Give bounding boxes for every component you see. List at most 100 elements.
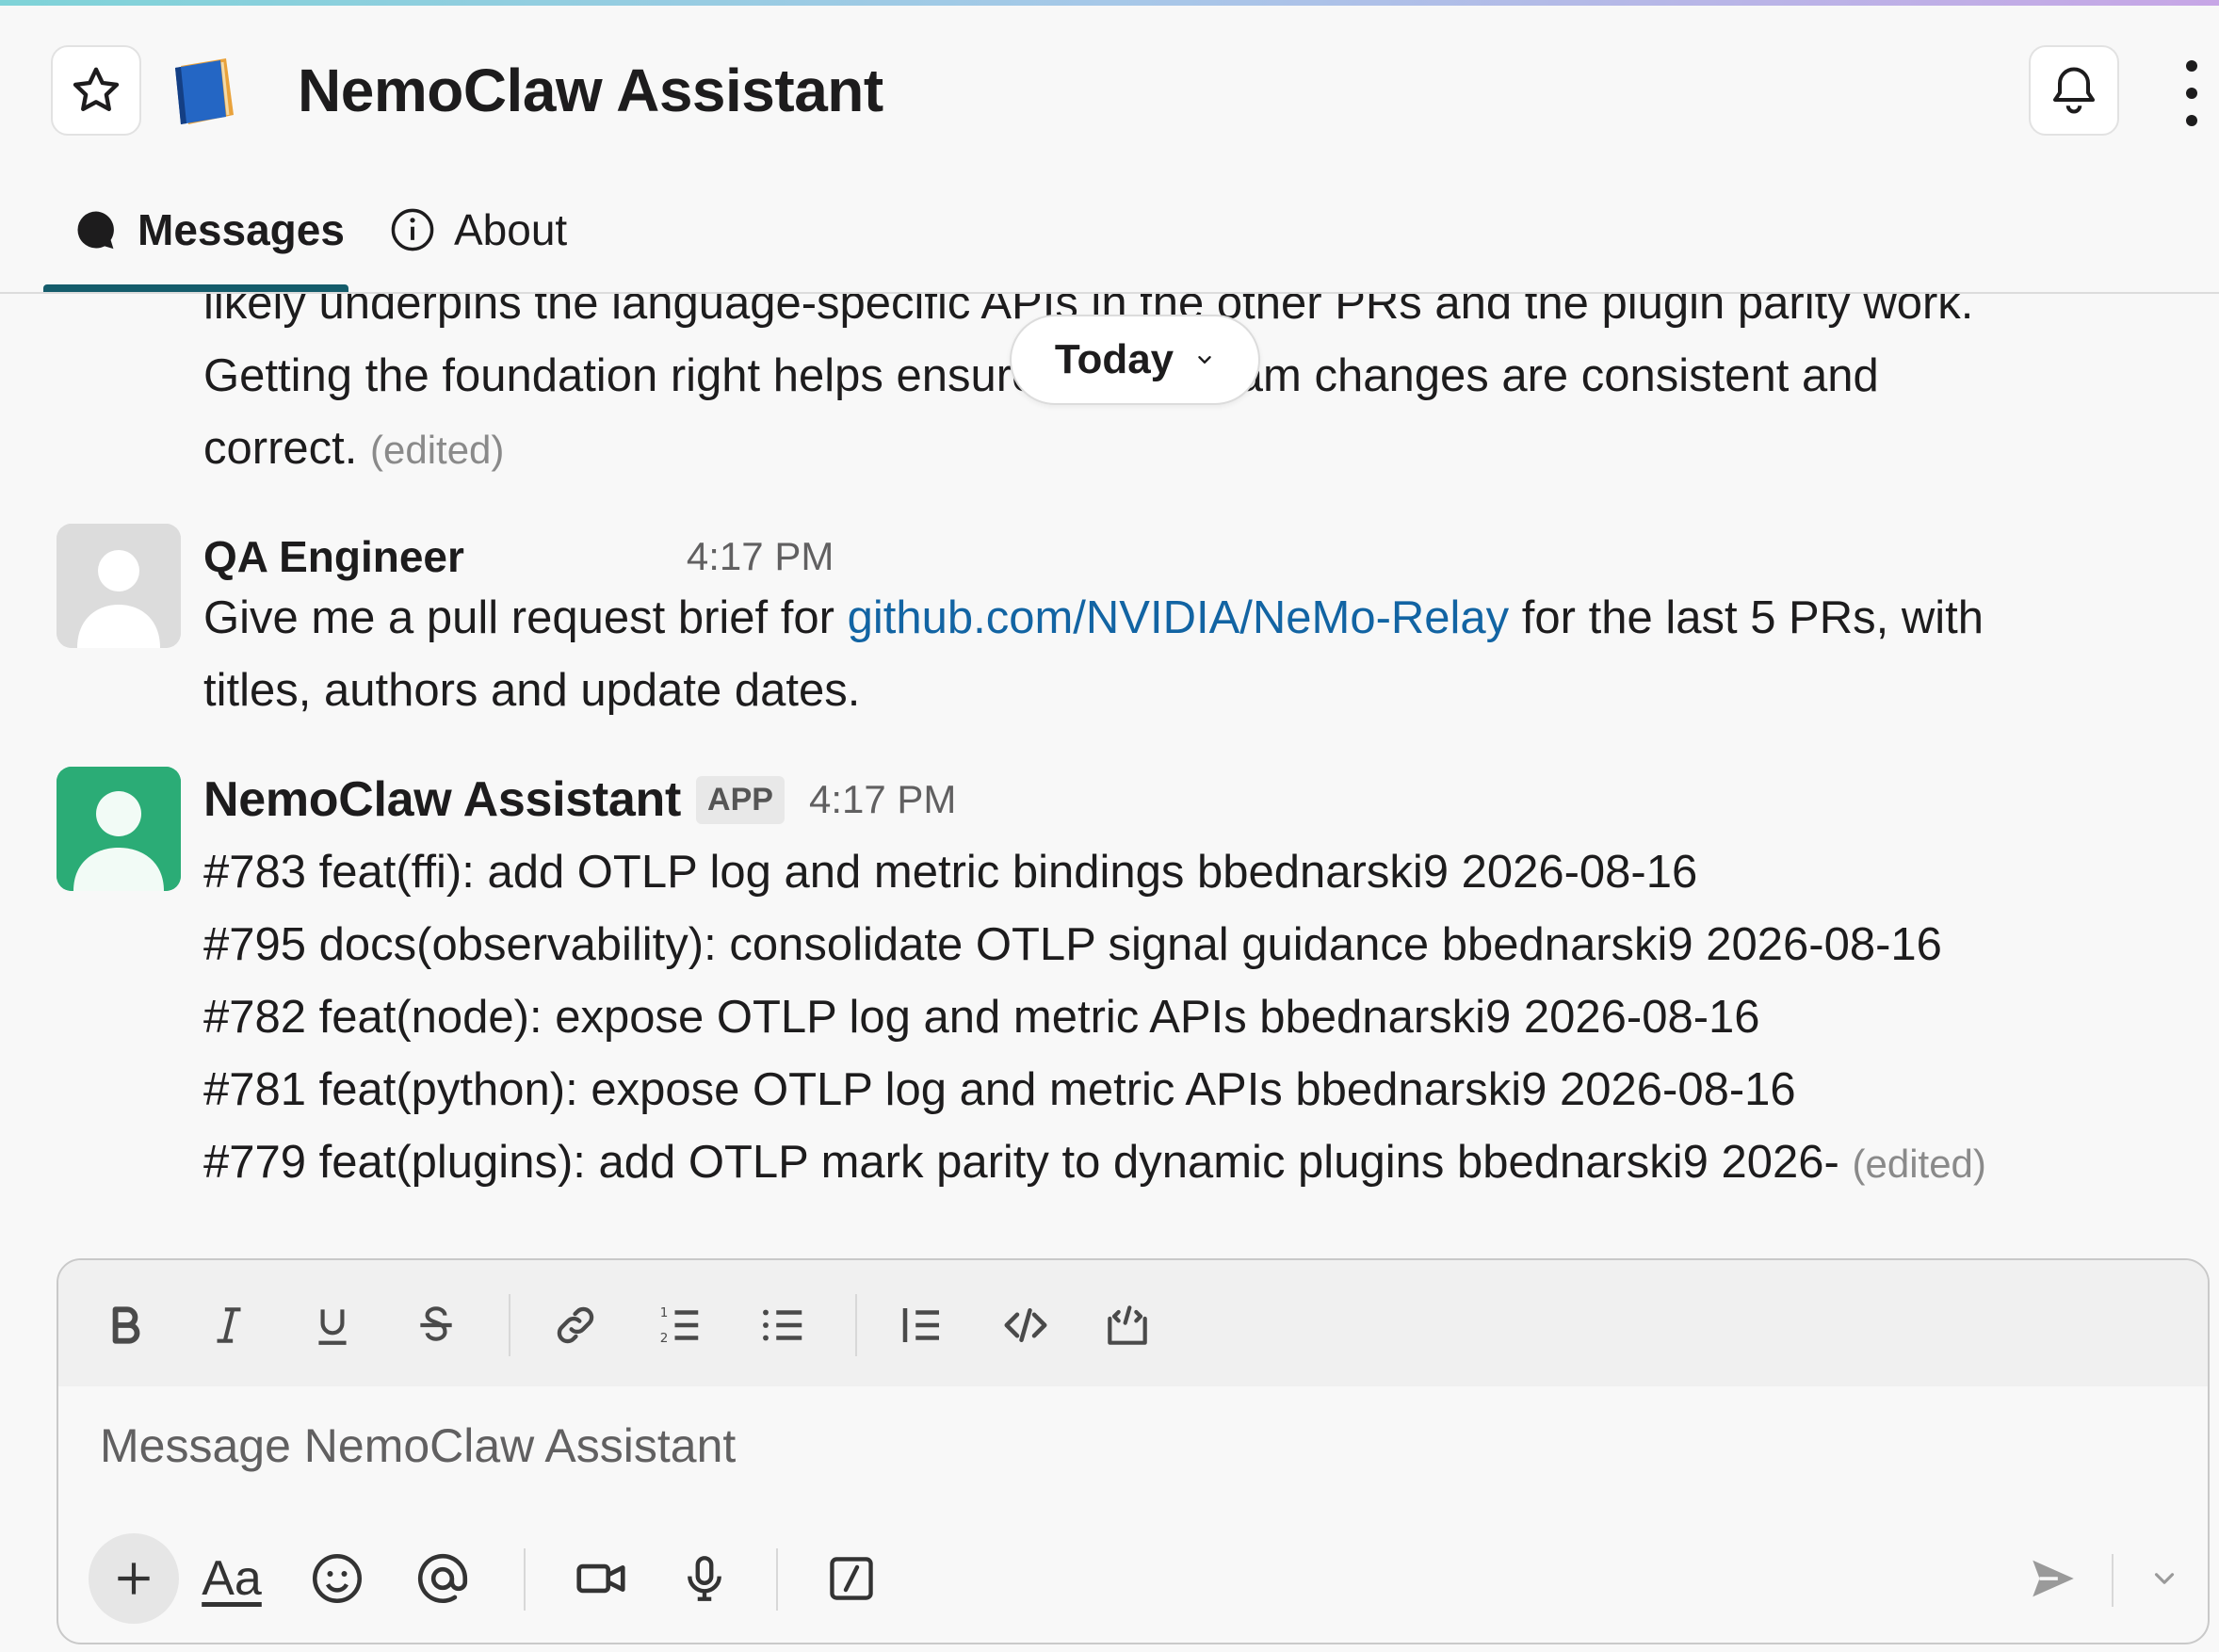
- link-button[interactable]: [543, 1292, 608, 1358]
- message-text: Give me a pull request brief for: [203, 592, 848, 643]
- sender-name[interactable]: NemoClaw Assistant: [203, 771, 681, 828]
- audio-clip-button[interactable]: [665, 1539, 744, 1618]
- mention-button[interactable]: [403, 1539, 482, 1618]
- avatar[interactable]: [57, 767, 181, 891]
- kebab-dot: [2186, 115, 2197, 126]
- date-divider-label: Today: [1054, 336, 1174, 382]
- composer-actions: Aa: [58, 1526, 2208, 1629]
- message-line: Give me a pull request brief for github.…: [203, 582, 2162, 655]
- video-camera-icon: [576, 1563, 625, 1594]
- send-icon: [2033, 1560, 2074, 1597]
- tab-about[interactable]: About: [388, 202, 567, 258]
- date-divider-today-button[interactable]: Today: [1010, 315, 1260, 405]
- edited-label: (edited): [370, 428, 505, 472]
- pr-line-text: #779 feat(plugins): add OTLP mark parity…: [203, 1137, 1839, 1188]
- italic-icon: [217, 1307, 241, 1343]
- add-attachment-button[interactable]: [89, 1533, 179, 1624]
- toolbar-divider: [524, 1548, 526, 1611]
- message-body: Give me a pull request brief for github.…: [203, 582, 2162, 727]
- message-list[interactable]: likely underpins the language-specific A…: [0, 294, 2219, 1245]
- strikethrough-icon: [420, 1306, 452, 1341]
- message-header: NemoClaw Assistant APP 4:17 PM: [203, 767, 956, 833]
- code-block-icon: [1108, 1305, 1147, 1345]
- bold-icon: [112, 1306, 140, 1344]
- italic-button[interactable]: [196, 1292, 262, 1358]
- pr-line: #795 docs(observability): consolidate OT…: [203, 919, 1942, 970]
- message-input[interactable]: Message NemoClaw Assistant: [100, 1418, 736, 1473]
- page-title: NemoClaw Assistant: [298, 57, 883, 124]
- tab-messages-label: Messages: [138, 205, 345, 254]
- send-button[interactable]: [2014, 1539, 2093, 1618]
- timestamp[interactable]: 4:17 PM: [809, 777, 956, 822]
- avatar[interactable]: [57, 524, 181, 648]
- toolbar-divider: [2112, 1554, 2114, 1607]
- message-bubble-icon: [72, 205, 121, 254]
- code-icon: [1004, 1308, 1047, 1342]
- blockquote-button[interactable]: [889, 1292, 955, 1358]
- message-header: QA Engineer 4:17 PM: [203, 524, 834, 590]
- sender-name[interactable]: QA Engineer: [203, 531, 464, 582]
- message-line-text: correct.: [203, 423, 358, 474]
- emoji-button[interactable]: [298, 1539, 377, 1618]
- user-placeholder-icon: [57, 524, 181, 648]
- toolbar-divider: [776, 1548, 778, 1611]
- video-clip-button[interactable]: [561, 1539, 640, 1618]
- message-body: #783 feat(ffi): add OTLP log and metric …: [203, 836, 2162, 1200]
- active-tab-indicator: [43, 284, 348, 292]
- ordered-list-button[interactable]: 12: [646, 1292, 712, 1358]
- message-item: NemoClaw Assistant APP 4:17 PM #783 feat…: [0, 767, 2219, 1219]
- link-icon: [557, 1306, 594, 1344]
- pr-line: #779 feat(plugins): add OTLP mark parity…: [203, 1126, 2162, 1200]
- text-format-label: Aa: [202, 1551, 262, 1606]
- kebab-dot: [2186, 60, 2197, 72]
- bold-button[interactable]: [92, 1292, 158, 1358]
- info-icon: [388, 205, 437, 254]
- star-button[interactable]: [51, 45, 141, 136]
- channel-header: NemoClaw Assistant: [0, 6, 2219, 175]
- strikethrough-button[interactable]: [403, 1292, 469, 1358]
- message-line: correct. (edited): [203, 413, 2144, 486]
- edited-label: (edited): [1852, 1142, 1986, 1186]
- repo-link[interactable]: github.com/NVIDIA/NeMo-Relay: [848, 592, 1510, 643]
- timestamp[interactable]: 4:17 PM: [687, 534, 834, 579]
- bot-avatar-icon: [57, 767, 181, 891]
- send-options-button[interactable]: [2125, 1539, 2204, 1618]
- code-block-button[interactable]: [1094, 1292, 1160, 1358]
- message-text: for the last 5 PRs, with: [1509, 592, 1984, 643]
- ordered-list-icon: 12: [660, 1305, 699, 1346]
- kebab-dot: [2186, 88, 2197, 99]
- message-item: QA Engineer 4:17 PM Give me a pull reque…: [0, 524, 2219, 740]
- blockquote-icon: [902, 1308, 939, 1342]
- tab-about-label: About: [454, 205, 568, 254]
- slash-command-icon: [830, 1557, 873, 1600]
- svg-text:2: 2: [660, 1331, 669, 1346]
- at-sign-icon: [417, 1553, 468, 1603]
- formatting-toolbar: 12: [58, 1260, 2208, 1386]
- bulleted-list-button[interactable]: [750, 1292, 816, 1358]
- plus-icon: [118, 1563, 150, 1595]
- toolbar-divider: [855, 1294, 857, 1356]
- message-line: titles, authors and update dates.: [203, 665, 861, 716]
- bell-icon: [2053, 67, 2095, 114]
- text-formatting-button[interactable]: Aa: [192, 1539, 271, 1618]
- star-icon: [73, 67, 120, 111]
- app-badge: APP: [696, 775, 785, 824]
- more-options-button[interactable]: [2178, 60, 2206, 126]
- smiley-icon: [313, 1554, 362, 1603]
- notifications-button[interactable]: [2029, 45, 2119, 136]
- underline-button[interactable]: [300, 1292, 365, 1358]
- book-icon: [168, 53, 241, 128]
- code-button[interactable]: [993, 1292, 1059, 1358]
- tab-messages[interactable]: Messages: [72, 202, 345, 258]
- microphone-icon: [688, 1556, 721, 1601]
- bulleted-list-icon: [763, 1309, 802, 1341]
- chevron-down-icon: [2154, 1573, 2175, 1584]
- pr-line: #781 feat(python): expose OTLP log and m…: [203, 1064, 1796, 1115]
- shortcuts-button[interactable]: [812, 1539, 891, 1618]
- underline-icon: [318, 1309, 347, 1345]
- pr-line: #783 feat(ffi): add OTLP log and metric …: [203, 847, 1698, 898]
- message-composer: 12 Message NemoClaw Assistant Aa: [57, 1258, 2210, 1644]
- svg-text:1: 1: [660, 1305, 669, 1320]
- channel-tabs: Messages About: [0, 185, 2219, 294]
- pr-line: #782 feat(node): expose OTLP log and met…: [203, 992, 1760, 1043]
